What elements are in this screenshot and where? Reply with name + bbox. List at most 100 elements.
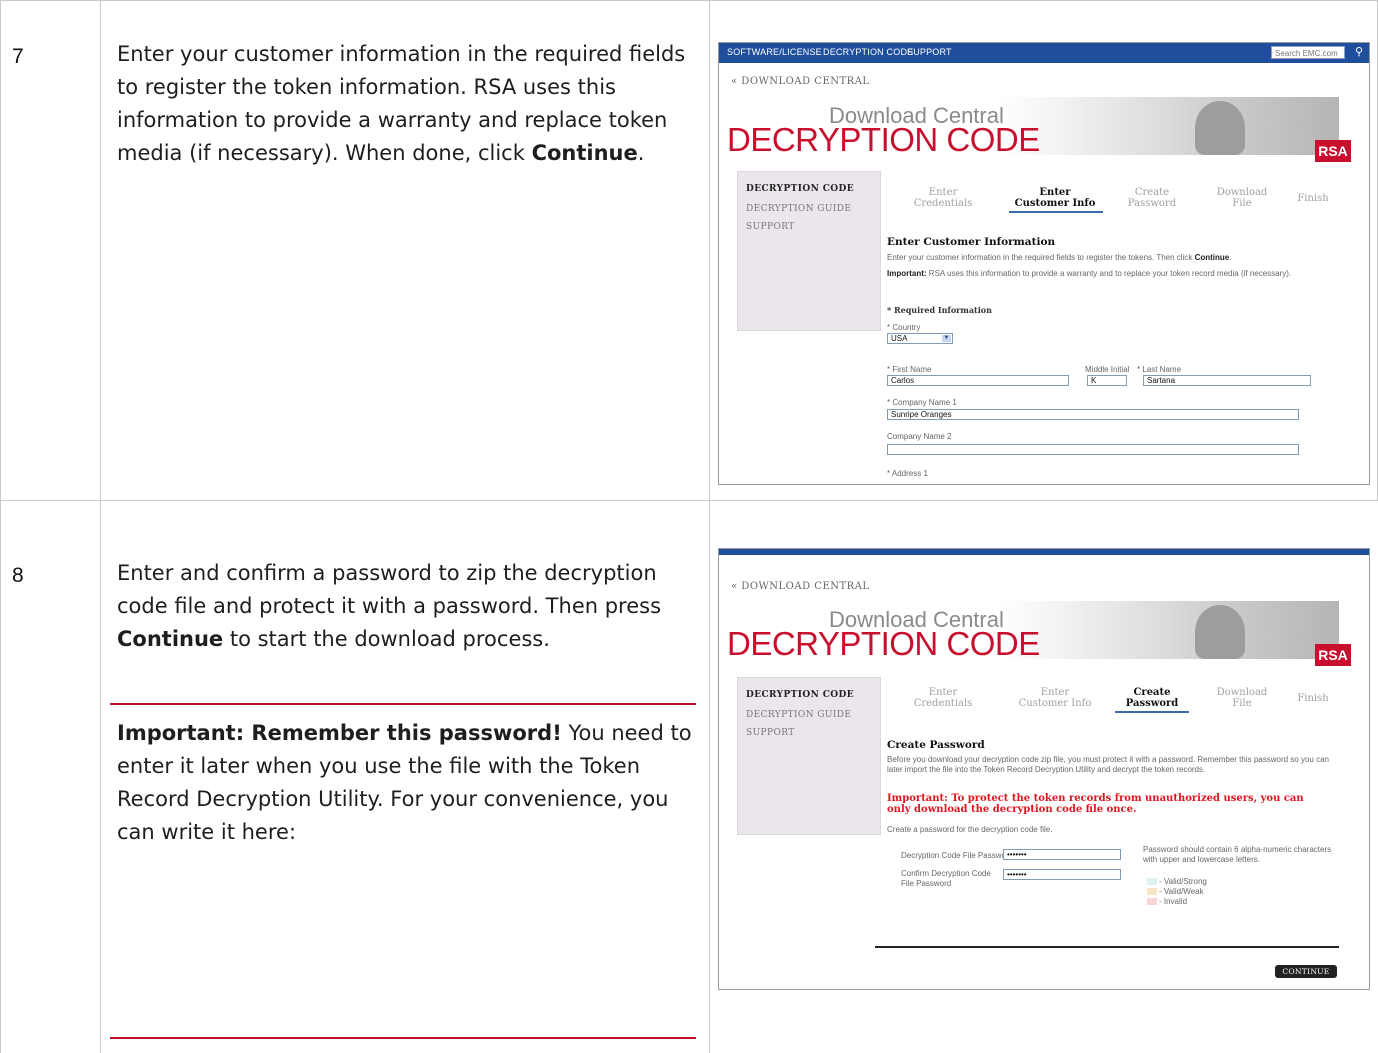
- continue-button[interactable]: CONTINUE: [1275, 965, 1337, 978]
- step-label-line2: Credentials: [913, 698, 973, 709]
- step-label-line2: File: [1232, 198, 1252, 209]
- step-label-line1: Enter: [928, 187, 958, 198]
- step-label-line1: Enter: [928, 687, 958, 698]
- search-icon[interactable]: ⚲: [1355, 45, 1363, 58]
- step-8-text: Enter and confirm a password to zip the …: [117, 561, 662, 618]
- step-finish: Finish: [1293, 693, 1333, 704]
- country-label: * Country: [887, 323, 921, 332]
- important-box-top-rule: [110, 703, 696, 705]
- legend-label-invalid: - Invalid: [1159, 897, 1188, 906]
- important-info-label: Important:: [887, 269, 927, 278]
- step-label-line1: Enter: [1039, 187, 1071, 198]
- legend-swatch-invalid: [1147, 898, 1157, 905]
- step-7-continue-emphasis: Continue: [531, 141, 638, 165]
- confirm-password-field[interactable]: •••••••: [1003, 869, 1121, 880]
- table-divider-col1: [100, 0, 101, 1053]
- step-finish: Finish: [1293, 193, 1333, 204]
- step-enter-credentials: Enter Credentials: [903, 187, 983, 209]
- step-download-file: Download File: [1207, 687, 1277, 709]
- form-divider: [875, 946, 1339, 948]
- first-name-field[interactable]: Carlos: [887, 375, 1069, 386]
- step-8-instructions: Enter and confirm a password to zip the …: [117, 557, 697, 656]
- active-step-underline: [1115, 711, 1189, 713]
- step-enter-customer-info: Enter Customer Info: [1007, 187, 1103, 209]
- sidebar: DECRYPTION CODE DECRYPTION GUIDE SUPPORT: [737, 171, 881, 331]
- company-name-2-field[interactable]: [887, 444, 1299, 455]
- sidebar-item-support[interactable]: SUPPORT: [746, 222, 795, 232]
- chevron-down-icon: ▼: [942, 335, 951, 342]
- last-name-label: * Last Name: [1137, 365, 1182, 374]
- step-create-password: Create Password: [1115, 687, 1189, 709]
- step-label-line2: Customer Info: [1018, 698, 1092, 709]
- sidebar-item-decryption-code[interactable]: DECRYPTION CODE: [746, 690, 854, 700]
- legend-label-strong: - Valid/Strong: [1159, 877, 1207, 886]
- step-8-text-end: to start the download process.: [223, 627, 550, 651]
- middle-initial-field[interactable]: K: [1087, 375, 1127, 386]
- sidebar-item-decryption-guide[interactable]: DECRYPTION GUIDE: [746, 204, 851, 214]
- step-label-line1: Finish: [1297, 193, 1329, 204]
- password-field[interactable]: •••••••: [1003, 849, 1121, 860]
- page-title: DECRYPTION CODE: [727, 625, 1040, 662]
- legend-swatch-weak: [1147, 888, 1157, 895]
- legend-swatch-strong: [1147, 878, 1157, 885]
- banner-person-image: [1195, 101, 1245, 155]
- middle-initial-label: Middle Initial: [1085, 365, 1130, 374]
- section-intro-text: Enter your customer information in the r…: [887, 253, 1195, 262]
- step-label-line1: Download: [1216, 687, 1268, 698]
- section-title: Create Password: [887, 739, 985, 751]
- nav-decryption-code[interactable]: DECRYPTION CODE: [823, 47, 913, 57]
- rsa-logo: RSA: [1315, 140, 1351, 162]
- create-password-text: Create a password for the decryption cod…: [887, 825, 1053, 834]
- step-label-line1: Create: [1134, 187, 1170, 198]
- important-info: Important: RSA uses this information to …: [887, 269, 1317, 279]
- step-create-password: Create Password: [1117, 187, 1187, 209]
- header-banner: [999, 97, 1339, 155]
- step-label-line2: Password: [1125, 698, 1179, 709]
- company-name-1-label: * Company Name 1: [887, 398, 957, 407]
- password-hint: Password should contain 6 alpha-numeric …: [1143, 845, 1332, 864]
- step-label-line1: Finish: [1297, 693, 1329, 704]
- breadcrumb[interactable]: « DOWNLOAD CENTRAL: [731, 581, 870, 592]
- section-intro: Enter your customer information in the r…: [887, 253, 1232, 262]
- step-7-text-end: .: [637, 141, 645, 165]
- password-label: Decryption Code File Password: [901, 851, 1014, 860]
- step-number-7: 7: [12, 45, 24, 68]
- sidebar-item-support[interactable]: SUPPORT: [746, 728, 795, 738]
- last-name-field[interactable]: Sartana: [1143, 375, 1311, 386]
- sidebar-item-decryption-guide[interactable]: DECRYPTION GUIDE: [746, 710, 851, 720]
- screenshot-create-password: « DOWNLOAD CENTRAL Download Central DECR…: [718, 548, 1370, 990]
- step-8-continue-emphasis: Continue: [117, 627, 224, 651]
- step-label-line1: Download: [1216, 187, 1268, 198]
- screenshot-customer-info: SOFTWARE/LICENSE DECRYPTION CODE SUPPORT…: [718, 42, 1370, 485]
- step-7-instructions: Enter your customer information in the r…: [117, 38, 697, 170]
- legend-label-weak: - Valid/Weak: [1159, 887, 1204, 896]
- important-box-bottom-rule: [110, 1037, 696, 1039]
- search-input[interactable]: Search EMC.com: [1271, 46, 1345, 59]
- header-banner: [999, 601, 1339, 659]
- country-select[interactable]: USA ▼: [887, 333, 953, 344]
- sidebar: DECRYPTION CODE DECRYPTION GUIDE SUPPORT: [737, 677, 881, 835]
- breadcrumb[interactable]: « DOWNLOAD CENTRAL: [731, 76, 870, 87]
- company-name-2-label: Company Name 2: [887, 432, 952, 441]
- top-navigation-bar: SOFTWARE/LICENSE DECRYPTION CODE SUPPORT…: [719, 43, 1369, 63]
- nav-software-license[interactable]: SOFTWARE/LICENSE: [727, 47, 822, 57]
- step-label-line2: Credentials: [913, 198, 973, 209]
- step-number-8: 8: [12, 564, 24, 587]
- step-label-line2: Password: [1127, 198, 1177, 209]
- banner-person-image: [1195, 605, 1245, 659]
- first-name-label: * First Name: [887, 365, 932, 374]
- company-name-1-field[interactable]: Sunripe Oranges: [887, 409, 1299, 420]
- active-step-underline: [1009, 211, 1103, 213]
- important-note: Important: Remember this password! You n…: [117, 717, 697, 849]
- step-label-line1: Enter: [1040, 687, 1070, 698]
- section-intro: Before you download your decryption code…: [887, 755, 1329, 774]
- step-label-line2: File: [1232, 698, 1252, 709]
- step-enter-credentials: Enter Credentials: [903, 687, 983, 709]
- sidebar-item-decryption-code[interactable]: DECRYPTION CODE: [746, 184, 854, 194]
- top-navigation-bar-cropped: [719, 549, 1369, 555]
- nav-support[interactable]: SUPPORT: [907, 47, 952, 57]
- country-select-value: USA: [891, 334, 908, 343]
- table-divider-col2: [709, 0, 710, 1053]
- table-row-divider: [0, 500, 1378, 501]
- page-title: DECRYPTION CODE: [727, 121, 1040, 158]
